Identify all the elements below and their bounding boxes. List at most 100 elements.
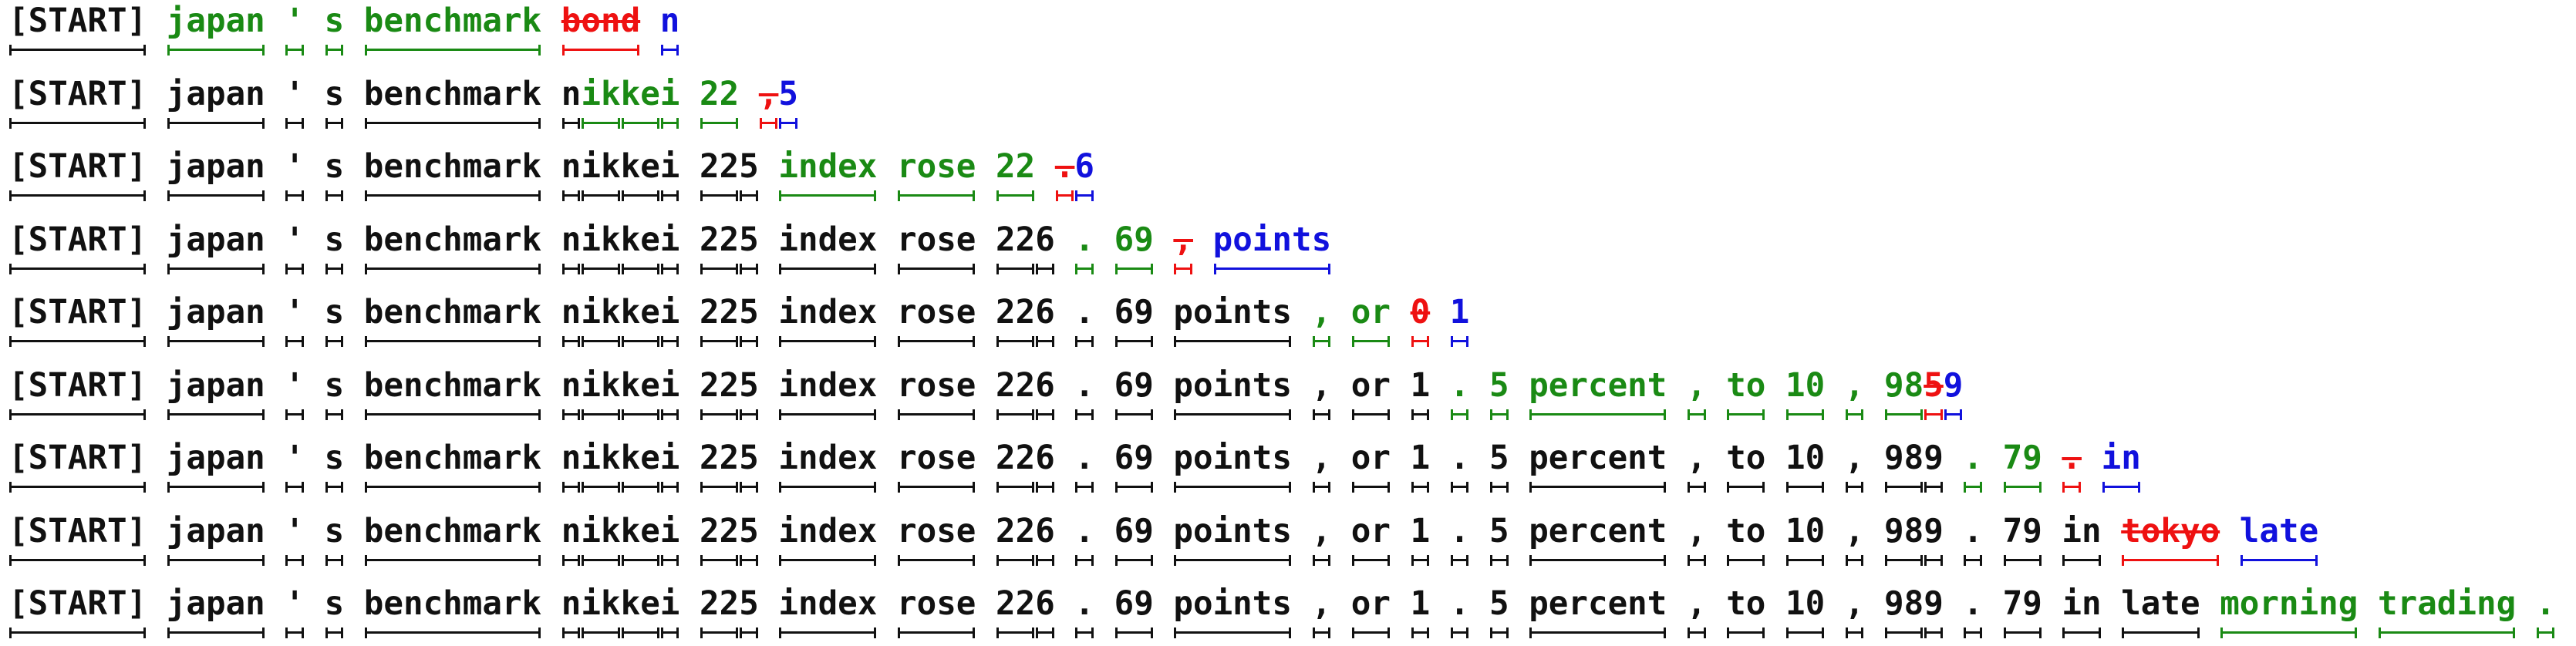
token-span-bar <box>1351 554 1390 566</box>
token-base: benchmark <box>363 512 542 550</box>
token-base: , <box>1311 512 1332 550</box>
token-base: ke <box>620 366 660 405</box>
token-base: ik <box>581 585 621 623</box>
token-span-bar <box>1174 554 1291 566</box>
token-span-bar <box>167 263 265 274</box>
token-span-bar <box>2220 627 2358 638</box>
token-base: 1 <box>1410 585 1431 623</box>
token-span-bar <box>561 263 581 274</box>
token-span-bar <box>1036 482 1054 493</box>
token-span-bar <box>167 190 265 201</box>
token-span-bar <box>1786 409 1825 420</box>
token-base: n <box>561 148 582 186</box>
token-accepted: 69 <box>1114 220 1154 259</box>
token-base: i <box>659 148 680 186</box>
token-span-bar <box>582 409 620 420</box>
token-span-bar <box>700 627 739 638</box>
token-span-bar <box>700 409 739 420</box>
token-span-bar <box>1924 409 1943 420</box>
token-proposed: 1 <box>1449 294 1470 331</box>
token-base: percent <box>1529 439 1667 477</box>
token-base: 79 <box>2002 585 2042 623</box>
token-base: 5 <box>739 439 759 477</box>
token-span-bar <box>996 554 1035 566</box>
token-base: [START] <box>8 439 147 477</box>
token-span-bar <box>325 627 344 638</box>
token-base: [START] <box>8 585 147 623</box>
token-span-bar <box>561 190 581 201</box>
token-span-bar <box>2379 627 2516 638</box>
token-span-bar <box>898 336 976 347</box>
token-span-bar <box>621 117 659 129</box>
token-proposed: 9 <box>1943 366 1964 405</box>
token-base: , <box>1311 366 1332 405</box>
token-span-bar <box>364 336 541 347</box>
token-span-bar <box>9 45 147 56</box>
token-span-bar <box>9 409 147 420</box>
token-base: or <box>1350 585 1391 623</box>
token-span-bar <box>621 336 659 347</box>
token-accepted: ke <box>620 75 660 113</box>
token-base: ke <box>620 512 660 550</box>
token-base: index <box>778 294 878 331</box>
token-span-bar <box>1688 554 1706 566</box>
token-base: s <box>324 75 345 113</box>
token-base: points <box>1173 512 1292 550</box>
token-span-bar <box>1786 482 1825 493</box>
token-span-bar <box>2102 482 2140 493</box>
token-span-bar <box>1351 627 1390 638</box>
token-span-bar <box>1845 627 1864 638</box>
token-base: ik <box>581 220 621 259</box>
token-proposed: 5 <box>778 75 798 113</box>
token-span-bar <box>1411 554 1430 566</box>
token-span-bar <box>1174 336 1291 347</box>
token-base: 10 <box>1785 585 1826 623</box>
token-span-bar <box>285 409 304 420</box>
token-base: 69 <box>1114 366 1154 405</box>
token-span-bar <box>1174 263 1192 274</box>
token-base: points <box>1173 366 1292 405</box>
token-rejected: 5 <box>1924 366 1944 405</box>
token-base: 1 <box>1410 439 1431 477</box>
token-base: . <box>1963 585 1983 623</box>
token-span-bar <box>779 117 797 129</box>
token-span-bar <box>364 190 541 201</box>
token-base: n <box>561 294 582 331</box>
token-span-bar <box>1529 627 1667 638</box>
token-base: 22 <box>700 439 740 477</box>
token-span-bar <box>561 117 581 129</box>
token-rejected: . <box>2062 439 2082 477</box>
token-base: 98 <box>1884 439 1924 477</box>
token-span-bar <box>740 409 758 420</box>
token-accepted: 98 <box>1884 366 1924 405</box>
token-span-bar <box>740 263 758 274</box>
token-span-bar <box>9 190 147 201</box>
token-span-bar <box>700 482 739 493</box>
token-base: rose <box>897 512 976 550</box>
token-span-bar <box>1114 409 1153 420</box>
token-base: percent <box>1529 512 1667 550</box>
token-base: 22 <box>700 512 740 550</box>
token-base: to <box>1726 512 1766 550</box>
token-base: 22 <box>996 512 1036 550</box>
token-base: to <box>1726 585 1766 623</box>
token-span-bar <box>167 627 265 638</box>
token-base: 6 <box>1035 439 1055 477</box>
token-base: ' <box>285 439 305 477</box>
token-span-bar <box>325 117 344 129</box>
token-base: , <box>1311 585 1332 623</box>
token-span-bar <box>1174 409 1291 420</box>
token-base: 22 <box>996 366 1036 405</box>
token-span-bar <box>167 336 265 347</box>
token-span-bar <box>1036 554 1054 566</box>
token-span-bar <box>621 627 659 638</box>
token-base: , <box>1844 512 1865 550</box>
token-span-bar <box>167 482 265 493</box>
token-span-bar <box>167 409 265 420</box>
token-span-bar <box>1490 482 1509 493</box>
token-span-bar <box>582 554 620 566</box>
token-span-bar <box>1075 627 1094 638</box>
token-accepted: , <box>1844 366 1865 405</box>
token-span-bar <box>1450 627 1469 638</box>
token-base: . <box>1449 512 1470 550</box>
